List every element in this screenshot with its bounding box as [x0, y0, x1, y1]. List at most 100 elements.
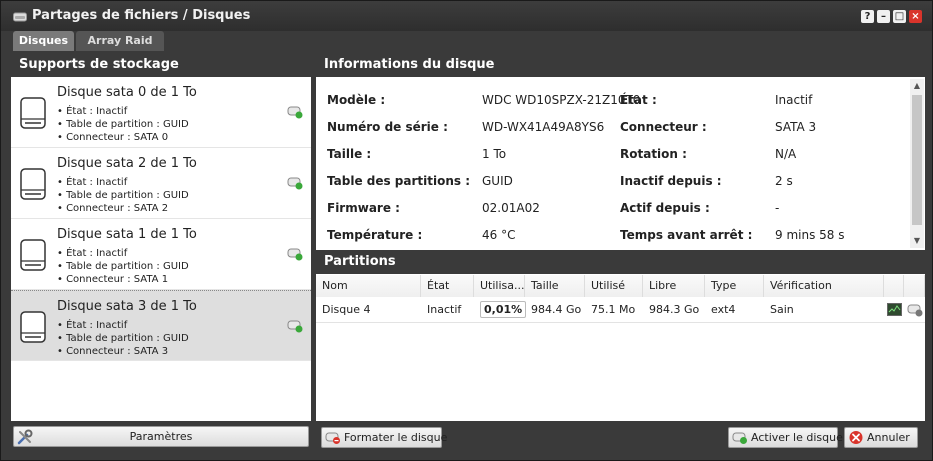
col-used[interactable]: Utilisé — [585, 275, 643, 297]
col-name[interactable]: Nom — [316, 275, 421, 297]
format-disk-label: Formater le disque — [344, 431, 448, 444]
disk-activate-icon[interactable] — [287, 319, 303, 333]
tools-icon — [17, 429, 33, 445]
temperature-label: Température : — [327, 228, 423, 242]
eject-disk-icon[interactable] — [907, 303, 923, 317]
disk-title: Disque sata 3 de 1 To — [57, 299, 197, 314]
row-used: 75.1 Mo — [591, 303, 636, 316]
col-action-2 — [904, 275, 925, 297]
idle-since-label: Inactif depuis : — [620, 174, 722, 188]
col-usage[interactable]: Utilisa... — [474, 275, 525, 297]
disk-state: • État : Inactif — [57, 106, 128, 117]
serial-label: Numéro de série : — [327, 120, 448, 134]
storage-panel-header: Supports de stockage — [11, 53, 311, 77]
state-value: Inactif — [775, 93, 813, 107]
title-bar: Partages de fichiers / Disques ? – □ × — [1, 1, 932, 31]
activate-disk-button[interactable]: Activer le disque — [728, 427, 843, 448]
active-since-value: - — [775, 201, 780, 215]
monitor-icon[interactable] — [887, 303, 902, 316]
parameters-label: Paramètres — [129, 430, 193, 443]
disk-info-body: Modèle : WDC WD10SPZX-21Z10T0 Numéro de … — [316, 77, 925, 250]
connector-value: SATA 3 — [775, 120, 817, 134]
disk-connector: • Connecteur : SATA 0 — [57, 132, 169, 143]
disk-partition: • Table de partition : GUID — [57, 333, 189, 344]
size-value: 1 To — [482, 147, 507, 161]
cancel-button[interactable]: Annuler — [844, 427, 918, 448]
disk-item-sata2[interactable]: Disque sata 2 de 1 To • État : Inactif •… — [11, 148, 311, 219]
activate-disk-label: Activer le disque — [751, 431, 843, 444]
tab-disques[interactable]: Disques — [13, 31, 74, 51]
col-free[interactable]: Libre — [643, 275, 705, 297]
row-usage: 0,01% — [474, 298, 527, 322]
connector-label: Connecteur : — [620, 120, 707, 134]
firmware-label: Firmware : — [327, 201, 400, 215]
file-shares-window: Partages de fichiers / Disques ? – □ × D… — [0, 0, 933, 461]
model-value: WDC WD10SPZX-21Z10T0 — [482, 93, 641, 107]
row-name: Disque 4 — [322, 303, 371, 316]
cancel-icon — [849, 431, 863, 444]
minimize-button[interactable]: – — [877, 10, 890, 23]
cancel-label: Annuler — [867, 431, 910, 444]
window-title: Partages de fichiers / Disques — [32, 8, 251, 23]
drive-icon — [13, 12, 27, 22]
format-disk-icon — [325, 432, 340, 444]
time-before-stop-label: Temps avant arrêt : — [620, 228, 753, 242]
disk-info-panel: Informations du disque Modèle : WDC WD10… — [316, 53, 925, 421]
disk-state: • État : Inactif — [57, 320, 128, 331]
disk-activate-icon[interactable] — [287, 105, 303, 119]
disk-info-header: Informations du disque — [316, 53, 925, 77]
disk-state: • État : Inactif — [57, 177, 128, 188]
row-free: 984.3 Go — [649, 303, 700, 316]
col-type[interactable]: Type — [705, 275, 764, 297]
row-type: ext4 — [711, 303, 736, 316]
scroll-up-icon[interactable]: ▲ — [910, 79, 924, 93]
maximize-button[interactable]: □ — [893, 10, 906, 23]
temperature-value: 46 °C — [482, 228, 516, 242]
disk-title: Disque sata 0 de 1 To — [57, 85, 197, 100]
disk-title: Disque sata 2 de 1 To — [57, 156, 197, 171]
idle-since-value: 2 s — [775, 174, 793, 188]
parameters-button[interactable]: Paramètres — [13, 426, 309, 447]
col-state[interactable]: État — [421, 275, 474, 297]
usage-badge: 0,01% — [480, 301, 527, 318]
disk-state: • État : Inactif — [57, 248, 128, 259]
hard-disk-icon — [20, 97, 46, 129]
hard-disk-icon — [20, 239, 46, 271]
activate-disk-icon — [732, 432, 747, 444]
col-action-1 — [884, 275, 904, 297]
rotation-label: Rotation : — [620, 147, 687, 161]
disk-partition: • Table de partition : GUID — [57, 119, 189, 130]
info-scrollbar[interactable]: ▲ ▼ — [910, 79, 924, 248]
disk-item-sata1[interactable]: Disque sata 1 de 1 To • État : Inactif •… — [11, 219, 311, 290]
row-divider — [316, 322, 925, 323]
col-size[interactable]: Taille — [525, 275, 585, 297]
row-check: Sain — [770, 303, 794, 316]
disk-connector: • Connecteur : SATA 2 — [57, 203, 169, 214]
col-check[interactable]: Vérification — [764, 275, 884, 297]
size-label: Taille : — [327, 147, 372, 161]
tab-array-raid[interactable]: Array Raid — [76, 31, 164, 51]
hard-disk-icon — [20, 168, 46, 200]
close-button[interactable]: × — [909, 10, 922, 23]
disk-title: Disque sata 1 de 1 To — [57, 227, 197, 242]
disk-item-sata3[interactable]: Disque sata 3 de 1 To • État : Inactif •… — [11, 290, 311, 361]
scroll-down-icon[interactable]: ▼ — [910, 234, 924, 248]
partition-table-label: Table des partitions : — [327, 174, 471, 188]
format-disk-button[interactable]: Formater le disque — [321, 427, 447, 448]
firmware-value: 02.01A02 — [482, 201, 540, 215]
serial-value: WD-WX41A49A8YS6 — [482, 120, 605, 134]
disk-item-sata0[interactable]: Disque sata 0 de 1 To • État : Inactif •… — [11, 77, 311, 148]
storage-panel: Supports de stockage Disque sata 0 de 1 … — [11, 53, 311, 421]
disk-activate-icon[interactable] — [287, 176, 303, 190]
state-label: État : — [620, 93, 657, 107]
row-size: 984.4 Go — [531, 303, 582, 316]
row-state: Inactif — [427, 303, 462, 316]
disk-partition: • Table de partition : GUID — [57, 261, 189, 272]
scrollbar-thumb[interactable] — [912, 95, 922, 225]
active-since-label: Actif depuis : — [620, 201, 710, 215]
partition-table-value: GUID — [482, 174, 513, 188]
help-button[interactable]: ? — [861, 10, 874, 23]
rotation-value: N/A — [775, 147, 797, 161]
disk-connector: • Connecteur : SATA 1 — [57, 274, 169, 285]
disk-activate-icon[interactable] — [287, 247, 303, 261]
